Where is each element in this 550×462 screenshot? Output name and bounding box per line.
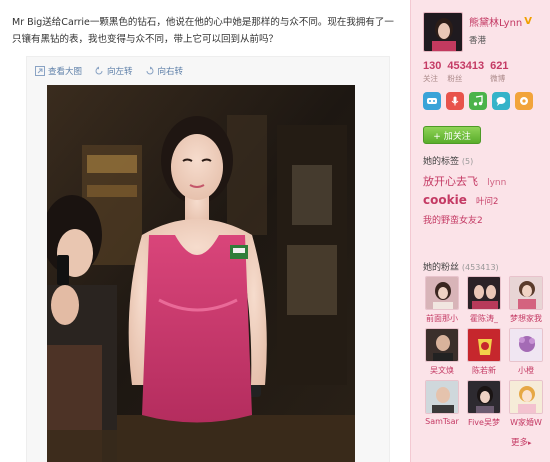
- tags-count: (5): [461, 157, 474, 166]
- tag-item[interactable]: 叶问2: [476, 195, 498, 210]
- avatar-image: [424, 13, 462, 51]
- rotate-right-button[interactable]: 向右转: [145, 65, 184, 77]
- stat-fans-label: 粉丝: [447, 74, 463, 83]
- fan-avatar[interactable]: [509, 328, 543, 362]
- rotate-left-label: 向左转: [107, 67, 133, 77]
- fans-title: 她的粉丝: [423, 263, 460, 273]
- tag-item[interactable]: 我的野蛮女友2: [423, 214, 483, 229]
- rotate-right-icon: [146, 66, 153, 75]
- fan-avatar[interactable]: [509, 380, 543, 414]
- tag-item[interactable]: lynn: [487, 176, 506, 191]
- weibo-main-column: Mr Big送给Carrie一颗黑色的钻石，他说在他的心中她是那样的与众不同。现…: [0, 0, 410, 462]
- rotate-left-button[interactable]: 向左转: [94, 65, 133, 77]
- fan-item[interactable]: 前面那小: [421, 276, 463, 324]
- verified-icon: V: [524, 16, 532, 27]
- weibo-app-icon[interactable]: [515, 92, 533, 110]
- image-toolbar: 查看大图 向左转 向右转: [35, 63, 183, 79]
- fan-name[interactable]: 前面那小: [426, 313, 458, 324]
- fan-item[interactable]: 霍陈涛_: [463, 276, 505, 324]
- fan-name[interactable]: 霍陈涛_: [470, 313, 498, 324]
- fan-item[interactable]: W家婚W: [505, 380, 547, 428]
- chat-app-icon[interactable]: [492, 92, 510, 110]
- fans-section-title: 她的粉丝 (453413): [423, 260, 499, 273]
- view-large-label: 查看大图: [48, 67, 83, 77]
- stat-fans-count: 453413: [447, 60, 485, 72]
- fan-avatar[interactable]: [467, 276, 501, 310]
- fan-item[interactable]: 陈若新: [463, 328, 505, 376]
- fan-avatar[interactable]: [425, 328, 459, 362]
- magnify-icon: [35, 66, 45, 76]
- fan-name[interactable]: 梦想家我: [510, 313, 542, 324]
- tags-list: 放开心去飞 lynn cookie 叶问2 我的野蛮女友2: [423, 172, 547, 229]
- fan-avatar[interactable]: [509, 276, 543, 310]
- fans-count: (453413): [461, 263, 499, 272]
- fan-name[interactable]: SamTsar: [425, 417, 459, 426]
- stat-weibo-label: 微博: [490, 74, 506, 83]
- game-app-icon[interactable]: [423, 92, 441, 110]
- post-photo[interactable]: [47, 85, 355, 462]
- follow-button[interactable]: + 加关注: [423, 126, 481, 144]
- stat-fans[interactable]: 453413 粉丝: [447, 60, 484, 84]
- fan-name[interactable]: W家婚W: [510, 417, 542, 428]
- fan-name[interactable]: 陈若新: [472, 365, 496, 376]
- stat-weibo-count: 621: [490, 60, 509, 72]
- fan-name[interactable]: 小橙: [518, 365, 534, 376]
- more-fans-label: 更多: [511, 438, 529, 448]
- fan-item[interactable]: 梦想家我: [505, 276, 547, 324]
- fan-avatar[interactable]: [467, 380, 501, 414]
- fan-name[interactable]: Five吴梦: [468, 417, 500, 428]
- profile-location: 香港: [469, 36, 487, 46]
- profile-stats: 130 关注 453413 粉丝 621 微博: [423, 60, 508, 84]
- stat-following-count: 130: [423, 60, 442, 72]
- microphone-app-icon[interactable]: [446, 92, 464, 110]
- fan-item[interactable]: 小橙: [505, 328, 547, 376]
- fan-item[interactable]: 吴文焕: [421, 328, 463, 376]
- post-text: Mr Big送给Carrie一颗黑色的钻石，他说在他的心中她是那样的与众不同。现…: [12, 17, 394, 45]
- fan-avatar[interactable]: [467, 328, 501, 362]
- profile-sidebar: 熊黛林Lynn V 香港 130 关注 453413 粉丝 621 微博 + 加…: [410, 0, 550, 462]
- profile-avatar[interactable]: [423, 12, 463, 52]
- fan-avatar[interactable]: [425, 276, 459, 310]
- rotate-right-label: 向右转: [157, 67, 184, 77]
- app-icon-row: [423, 92, 533, 110]
- music-app-icon[interactable]: [469, 92, 487, 110]
- post-image-box: 查看大图 向左转 向右转: [26, 56, 390, 462]
- chevron-right-icon: ▸: [528, 439, 532, 447]
- tag-item[interactable]: 放开心去飞: [423, 174, 478, 189]
- tags-section-title: 她的标签 (5): [423, 154, 473, 167]
- photo-woman-in-pink-dress: [47, 85, 355, 462]
- tag-item[interactable]: cookie: [423, 193, 467, 208]
- more-fans-link[interactable]: 更多▸: [511, 436, 532, 448]
- fan-item[interactable]: Five吴梦: [463, 380, 505, 428]
- stat-weibo[interactable]: 621 微博: [490, 60, 508, 84]
- fan-avatar[interactable]: [425, 380, 459, 414]
- fan-item[interactable]: SamTsar: [421, 380, 463, 428]
- rotate-left-icon: [95, 66, 103, 75]
- profile-name-row: 熊黛林Lynn V: [469, 14, 532, 29]
- stat-following-label: 关注: [423, 74, 438, 83]
- profile-name[interactable]: 熊黛林Lynn: [469, 14, 522, 29]
- fan-name[interactable]: 吴文焕: [430, 365, 454, 376]
- stat-following[interactable]: 130 关注: [423, 60, 441, 84]
- tags-title: 她的标签: [423, 157, 460, 167]
- fans-grid: 前面那小 霍陈涛_ 梦想家我 吴文焕 陈若新 小橙 SamTsar Five吴梦…: [421, 276, 547, 428]
- view-large-button[interactable]: 查看大图: [35, 65, 82, 77]
